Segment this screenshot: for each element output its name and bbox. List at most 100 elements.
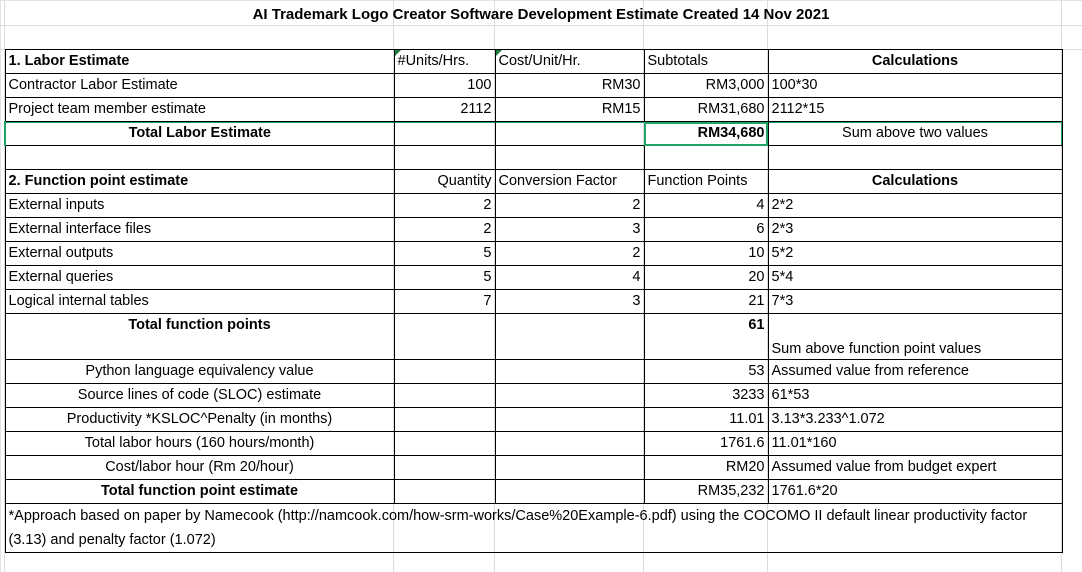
cell[interactable] (393, 479, 496, 504)
cell[interactable]: 2. Function point estimate (4, 169, 395, 194)
cell[interactable]: Source lines of code (SLOC) estimate (4, 383, 395, 408)
cell[interactable] (494, 431, 645, 456)
cell[interactable]: Python language equivalency value (4, 359, 395, 384)
cell[interactable] (494, 383, 645, 408)
cell[interactable]: 100*30 (767, 73, 1063, 98)
cell[interactable] (393, 313, 496, 360)
cell[interactable]: 11.01 (643, 407, 769, 432)
cell[interactable]: Sum above function point values (767, 313, 1063, 360)
cell[interactable]: 21 (643, 289, 769, 314)
cell[interactable]: 5 (393, 265, 496, 290)
cell[interactable]: 5*4 (767, 265, 1063, 290)
cell[interactable]: Subtotals (643, 49, 769, 74)
cell[interactable] (393, 121, 496, 146)
cell[interactable]: 7 (393, 289, 496, 314)
cell[interactable]: 4 (494, 265, 645, 290)
cell[interactable]: Calculations (767, 49, 1063, 74)
cell[interactable]: RM31,680 (643, 97, 769, 122)
cell[interactable] (494, 407, 645, 432)
cell[interactable]: Total function point estimate (4, 479, 395, 504)
cell[interactable]: External interface files (4, 217, 395, 242)
cell[interactable]: Sum above two values (767, 121, 1063, 146)
cell[interactable]: 3.13*3.233^1.072 (767, 407, 1063, 432)
cell[interactable]: 1761.6*20 (767, 479, 1063, 504)
table-row: External outputs 5 2 10 5*2 (4, 241, 1063, 266)
cell[interactable] (393, 407, 496, 432)
cell[interactable]: RM20 (643, 455, 769, 480)
cell[interactable]: #Units/Hrs. (393, 49, 496, 74)
cell[interactable]: Calculations (767, 169, 1063, 194)
cell[interactable] (494, 121, 645, 146)
cell[interactable]: Assumed value from budget expert (767, 455, 1063, 480)
estimate-table: 1. Labor Estimate #Units/Hrs. Cost/Unit/… (4, 49, 1063, 553)
cell[interactable]: 4 (643, 193, 769, 218)
labor-header-row: 1. Labor Estimate #Units/Hrs. Cost/Unit/… (4, 49, 1063, 74)
cell[interactable]: External queries (4, 265, 395, 290)
cell[interactable] (767, 145, 1063, 170)
cell[interactable]: 61 (643, 313, 769, 360)
cell[interactable] (494, 145, 645, 170)
cell[interactable]: Conversion Factor (494, 169, 645, 194)
cell[interactable] (393, 383, 496, 408)
cell[interactable]: 1761.6 (643, 431, 769, 456)
cell[interactable]: 2*3 (767, 217, 1063, 242)
cell[interactable]: 20 (643, 265, 769, 290)
cell[interactable]: Total function points (4, 313, 395, 360)
cell[interactable]: 2 (494, 193, 645, 218)
cell[interactable]: 2112*15 (767, 97, 1063, 122)
cell[interactable] (4, 145, 395, 170)
cell[interactable]: Logical internal tables (4, 289, 395, 314)
cell[interactable]: 7*3 (767, 289, 1063, 314)
table-row: Logical internal tables 7 3 21 7*3 (4, 289, 1063, 314)
cell[interactable]: External outputs (4, 241, 395, 266)
cell[interactable]: Total labor hours (160 hours/month) (4, 431, 395, 456)
cell[interactable]: 5*2 (767, 241, 1063, 266)
cell[interactable]: 61*53 (767, 383, 1063, 408)
cell[interactable]: 2112 (393, 97, 496, 122)
table-row: External interface files 2 3 6 2*3 (4, 217, 1063, 242)
cell[interactable]: 53 (643, 359, 769, 384)
sheet-title[interactable]: AI Trademark Logo Creator Software Devel… (0, 4, 1082, 26)
table-row: External queries 5 4 20 5*4 (4, 265, 1063, 290)
cell[interactable]: RM30 (494, 73, 645, 98)
cell[interactable] (494, 313, 645, 360)
cell[interactable]: 6 (643, 217, 769, 242)
cell[interactable]: 3 (494, 289, 645, 314)
table-row: Cost/labor hour (Rm 20/hour) RM20 Assume… (4, 455, 1063, 480)
cell[interactable]: Quantity (393, 169, 496, 194)
cell[interactable]: External inputs (4, 193, 395, 218)
cell[interactable] (643, 145, 769, 170)
cell[interactable]: 2*2 (767, 193, 1063, 218)
selected-cell[interactable]: RM34,680 (643, 121, 769, 146)
cell[interactable]: Project team member estimate (4, 97, 395, 122)
cell[interactable] (494, 455, 645, 480)
cell[interactable]: Productivity *KSLOC^Penalty (in months) (4, 407, 395, 432)
cell[interactable]: Cost/labor hour (Rm 20/hour) (4, 455, 395, 480)
cell[interactable]: Function Points (643, 169, 769, 194)
cell[interactable]: 2 (393, 193, 496, 218)
cell[interactable]: 2 (494, 241, 645, 266)
cell[interactable] (494, 479, 645, 504)
cell[interactable] (393, 431, 496, 456)
cell[interactable]: Cost/Unit/Hr. (494, 49, 645, 74)
cell[interactable] (494, 359, 645, 384)
cell[interactable]: RM3,000 (643, 73, 769, 98)
cell[interactable] (393, 145, 496, 170)
cell[interactable]: 100 (393, 73, 496, 98)
cell[interactable]: RM15 (494, 97, 645, 122)
cell[interactable]: RM35,232 (643, 479, 769, 504)
cell[interactable]: 3 (494, 217, 645, 242)
cell[interactable]: Assumed value from reference (767, 359, 1063, 384)
cell[interactable]: 10 (643, 241, 769, 266)
table-row: External inputs 2 2 4 2*2 (4, 193, 1063, 218)
cell[interactable]: 1. Labor Estimate (4, 49, 395, 74)
cell[interactable]: Total Labor Estimate (4, 121, 395, 146)
cell[interactable]: 11.01*160 (767, 431, 1063, 456)
footnote[interactable]: *Approach based on paper by Namecook (ht… (4, 503, 1063, 553)
cell[interactable] (393, 455, 496, 480)
cell[interactable]: 5 (393, 241, 496, 266)
cell[interactable]: 3233 (643, 383, 769, 408)
cell[interactable]: 2 (393, 217, 496, 242)
cell[interactable]: Contractor Labor Estimate (4, 73, 395, 98)
cell[interactable] (393, 359, 496, 384)
